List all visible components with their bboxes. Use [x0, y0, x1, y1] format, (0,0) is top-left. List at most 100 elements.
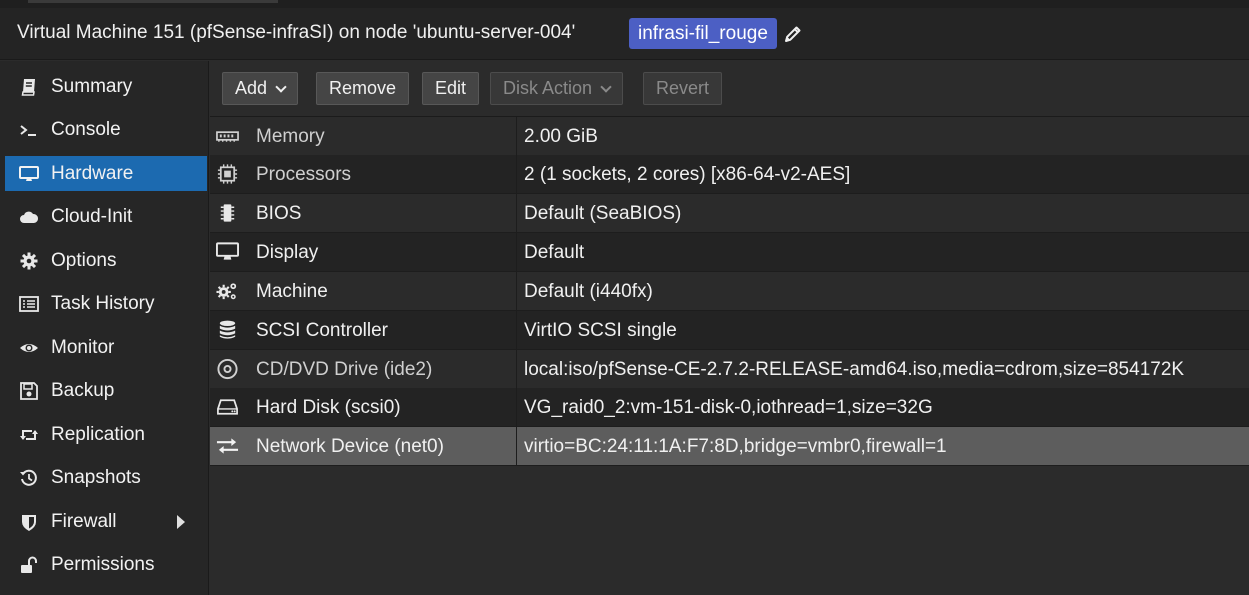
sidebar-item-label: Snapshots	[51, 466, 141, 488]
top-tab[interactable]	[28, 0, 278, 3]
edit-tags-icon[interactable]	[783, 24, 803, 44]
column-divider	[516, 311, 517, 350]
database-icon	[215, 319, 239, 341]
retweet-icon	[5, 417, 51, 452]
column-divider	[516, 117, 517, 156]
disk-action-label: Disk Action	[503, 78, 593, 98]
history-icon	[5, 460, 51, 495]
sidebar-item-label: Hardware	[51, 162, 134, 184]
sidebar-item-monitor[interactable]: Monitor	[5, 330, 207, 365]
disk-action-button[interactable]: Disk Action	[490, 72, 624, 105]
sidebar-item-label: Monitor	[51, 336, 115, 358]
table-row[interactable]: Network Device (net0) virtio=BC:24:11:1A…	[210, 427, 1249, 466]
row-name: Display	[256, 242, 319, 263]
column-divider	[516, 272, 517, 311]
desktop-icon	[5, 156, 51, 191]
table-row[interactable]: Machine Default (i440fx)	[210, 272, 1249, 311]
sidebar-item-label: Cloud-Init	[51, 205, 133, 227]
sidebar-item-label: Options	[51, 249, 117, 271]
terminal-icon	[5, 112, 51, 147]
top-tab-strip	[0, 0, 1249, 8]
column-divider	[516, 155, 517, 194]
sidebar: Summary Console Hardware Cloud-Init Opti…	[0, 61, 209, 595]
table-row[interactable]: SCSI Controller VirtIO SCSI single	[210, 311, 1249, 350]
table-row[interactable]: Memory 2.00 GiB	[210, 117, 1249, 156]
microchip-icon	[215, 202, 239, 224]
exchange-icon	[215, 435, 239, 457]
row-value: Default (SeaBIOS)	[524, 203, 682, 224]
row-name: Network Device (net0)	[256, 436, 444, 457]
row-value: local:iso/pfSense-CE-2.7.2-RELEASE-amd64…	[524, 359, 1185, 380]
hardware-panel: Add Remove Edit Disk Action Revert Memor…	[210, 61, 1249, 595]
cogs-icon	[215, 280, 239, 302]
edit-button[interactable]: Edit	[422, 72, 480, 105]
vm-tag[interactable]: infrasi-fil_rouge	[629, 18, 777, 49]
book-icon	[5, 69, 51, 104]
row-name: CD/DVD Drive (ide2)	[256, 359, 433, 380]
chevron-down-icon	[600, 81, 612, 93]
row-name: BIOS	[256, 203, 302, 224]
sidebar-item-label: Replication	[51, 423, 145, 445]
column-divider	[516, 427, 517, 466]
row-name: Machine	[256, 281, 328, 302]
sidebar-item-label: Permissions	[51, 553, 155, 575]
sidebar-item-cloud-init[interactable]: Cloud-Init	[5, 199, 207, 234]
hdd-icon	[215, 396, 239, 418]
remove-button[interactable]: Remove	[316, 72, 410, 105]
column-divider	[516, 233, 517, 272]
row-value: Default (i440fx)	[524, 281, 653, 302]
table-row[interactable]: Processors 2 (1 sockets, 2 cores) [x86-6…	[210, 155, 1249, 194]
row-value: 2.00 GiB	[524, 126, 598, 147]
sidebar-item-backup[interactable]: Backup	[5, 373, 207, 408]
sidebar-item-console[interactable]: Console	[5, 112, 207, 147]
submenu-arrow-icon	[177, 515, 185, 529]
sidebar-item-label: Firewall	[51, 510, 117, 532]
sidebar-item-snapshots[interactable]: Snapshots	[5, 460, 207, 495]
sidebar-item-label: Backup	[51, 379, 115, 401]
sidebar-item-firewall[interactable]: Firewall	[5, 504, 207, 539]
row-name: Processors	[256, 164, 352, 185]
chevron-down-icon	[275, 81, 287, 93]
desktop-icon	[215, 241, 239, 263]
sidebar-item-summary[interactable]: Summary	[5, 69, 207, 104]
table-row[interactable]: Display Default	[210, 233, 1249, 272]
table-row[interactable]: BIOS Default (SeaBIOS)	[210, 194, 1249, 233]
row-name: Memory	[256, 126, 325, 147]
row-value: VirtIO SCSI single	[524, 320, 677, 341]
row-value: VG_raid0_2:vm-151-disk-0,iothread=1,size…	[524, 397, 933, 418]
unlock-icon	[5, 547, 51, 582]
table-row[interactable]: Hard Disk (scsi0) VG_raid0_2:vm-151-disk…	[210, 388, 1249, 427]
toolbar: Add Remove Edit Disk Action Revert	[210, 61, 1249, 117]
row-name: Hard Disk (scsi0)	[256, 397, 401, 418]
row-value: Default	[524, 242, 585, 263]
add-button[interactable]: Add	[222, 72, 299, 105]
page-header: Virtual Machine 151 (pfSense-infraSI) on…	[0, 8, 1249, 60]
row-name: SCSI Controller	[256, 320, 388, 341]
sidebar-item-options[interactable]: Options	[5, 243, 207, 278]
sidebar-item-label: Task History	[51, 292, 155, 314]
column-divider	[516, 388, 517, 427]
sidebar-item-task-history[interactable]: Task History	[5, 286, 207, 321]
shield-icon	[5, 504, 51, 539]
sidebar-item-label: Console	[51, 118, 121, 140]
sidebar-item-permissions[interactable]: Permissions	[5, 547, 207, 582]
eye-icon	[5, 330, 51, 365]
gear-icon	[5, 243, 51, 278]
memory-icon	[215, 125, 239, 147]
sidebar-item-replication[interactable]: Replication	[5, 417, 207, 452]
floppy-icon	[5, 373, 51, 408]
column-divider	[516, 350, 517, 389]
cpu-icon	[215, 163, 239, 185]
add-button-label: Add	[235, 78, 268, 98]
row-value: virtio=BC:24:11:1A:F7:8D,bridge=vmbr0,fi…	[524, 436, 947, 457]
column-divider	[516, 194, 517, 233]
row-value: 2 (1 sockets, 2 cores) [x86-64-v2-AES]	[524, 164, 851, 185]
table-row[interactable]: CD/DVD Drive (ide2) local:iso/pfSense-CE…	[210, 350, 1249, 389]
cloud-icon	[5, 199, 51, 234]
list-icon	[5, 286, 51, 321]
sidebar-item-label: Summary	[51, 75, 133, 97]
revert-button[interactable]: Revert	[643, 72, 723, 105]
sidebar-item-hardware[interactable]: Hardware	[5, 156, 207, 191]
page-title: Virtual Machine 151 (pfSense-infraSI) on…	[17, 22, 576, 43]
cdrom-icon	[215, 358, 239, 380]
